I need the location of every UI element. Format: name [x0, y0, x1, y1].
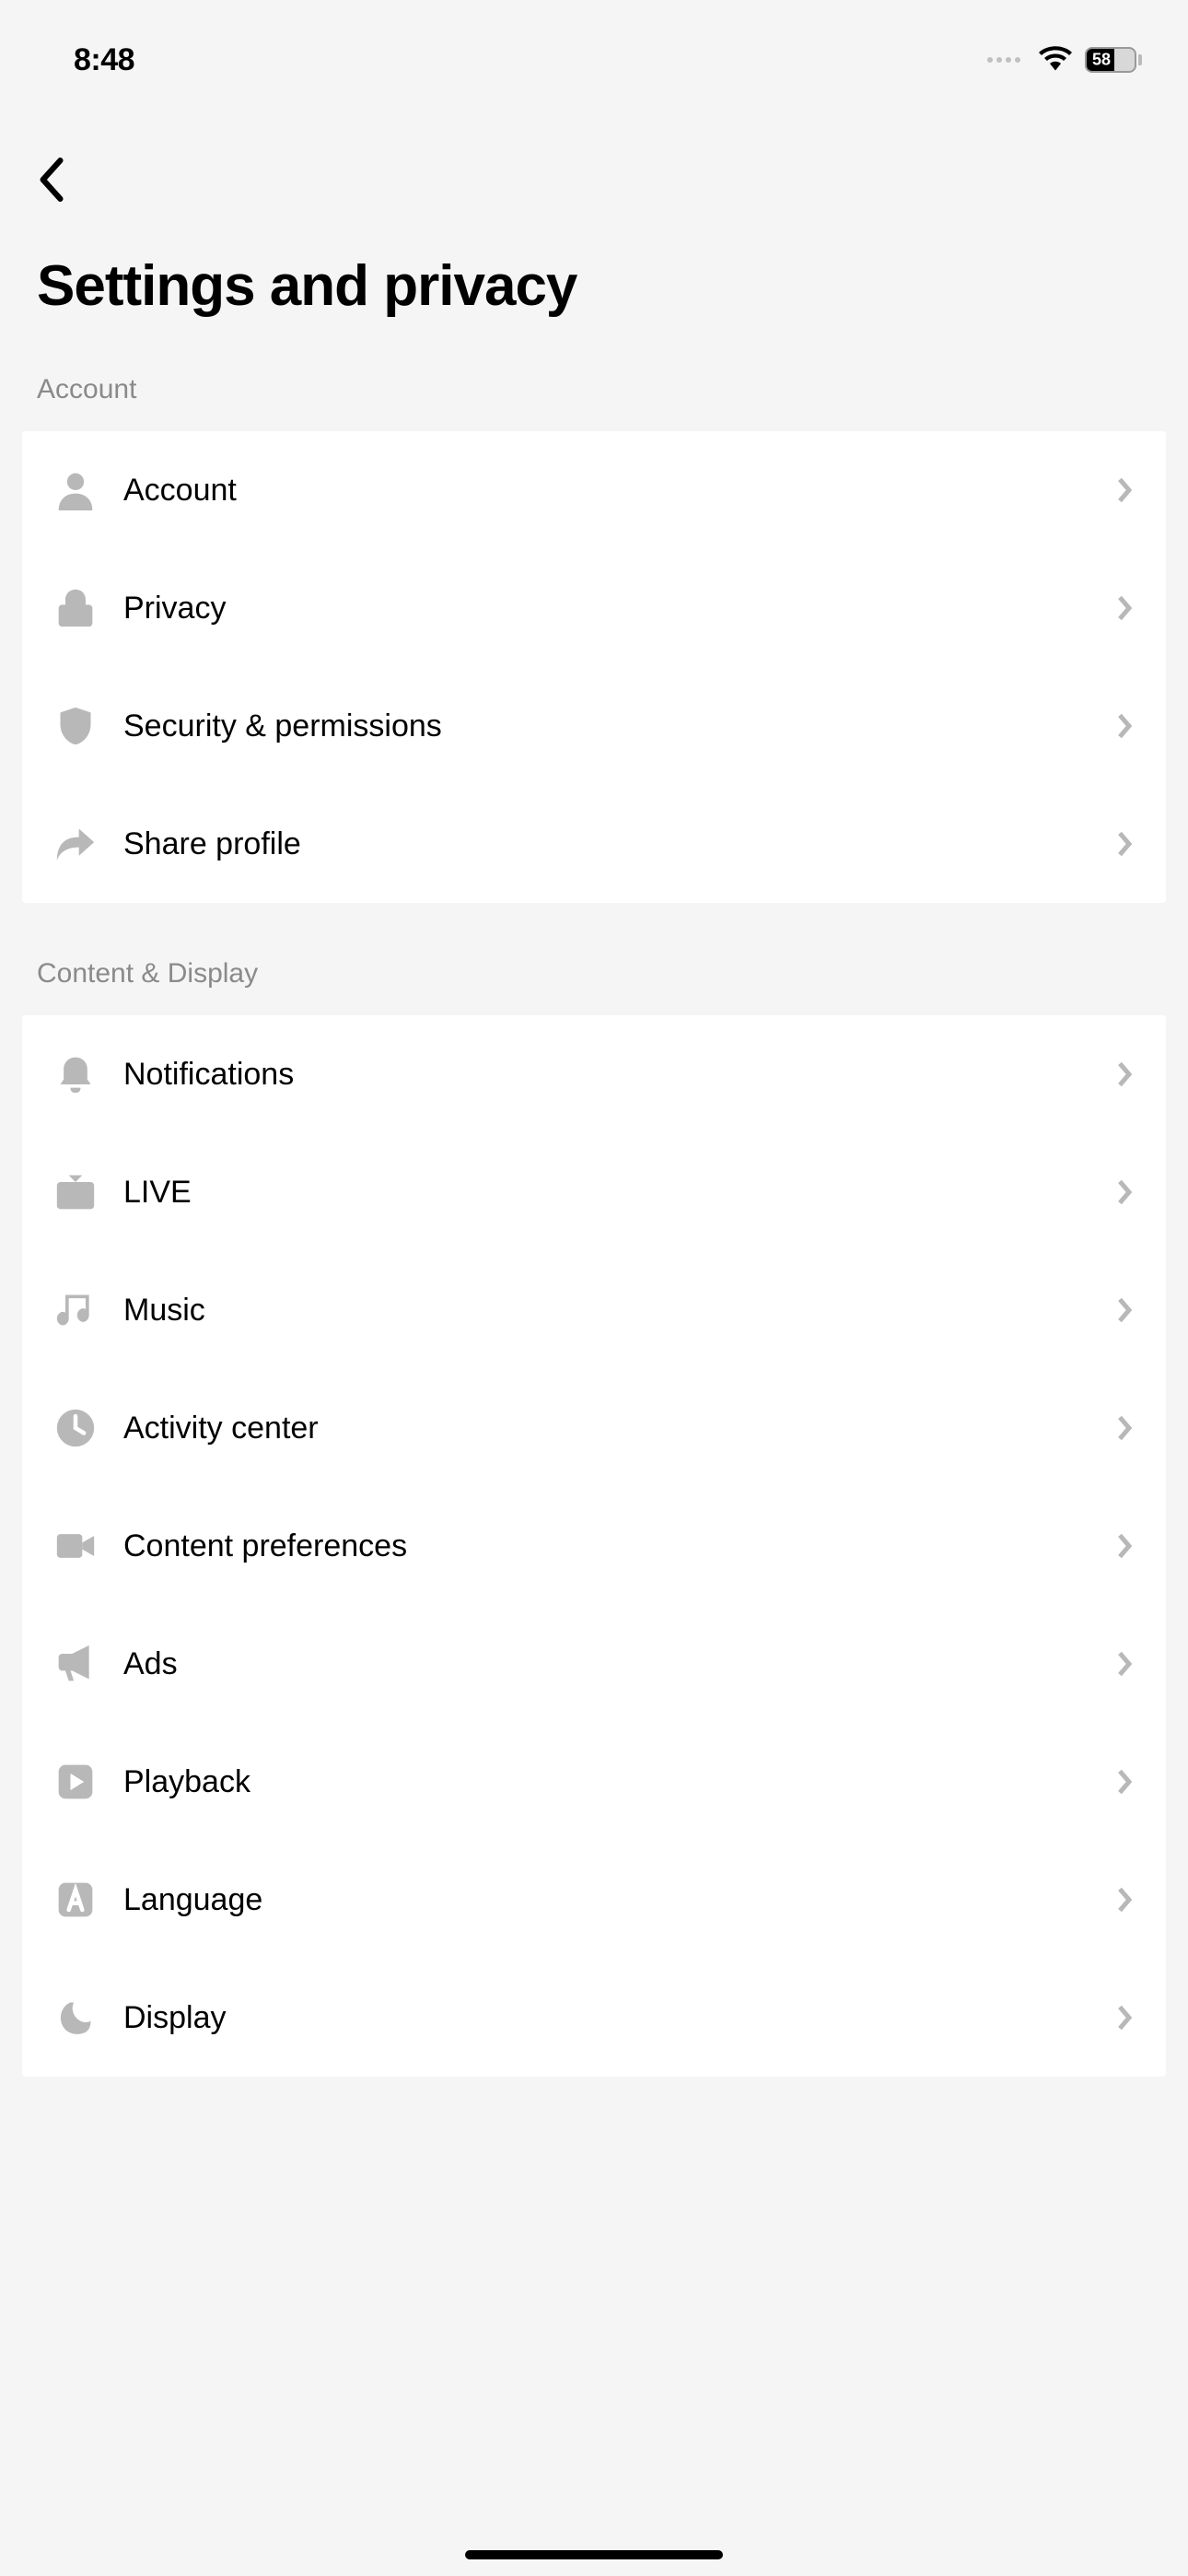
item-label: Security & permissions	[123, 708, 1089, 744]
lock-icon	[55, 588, 96, 628]
item-playback[interactable]: Playback	[22, 1723, 1166, 1841]
tv-icon	[55, 1172, 96, 1212]
item-label: Language	[123, 1882, 1089, 1918]
item-display[interactable]: Display	[22, 1959, 1166, 2077]
section-header-account: Account	[0, 374, 1188, 431]
video-icon	[55, 1526, 96, 1566]
item-label: Notifications	[123, 1057, 1089, 1093]
section-account: Account Privacy Security & permissions S…	[22, 431, 1166, 903]
item-activity-center[interactable]: Activity center	[22, 1369, 1166, 1487]
chevron-right-icon	[1116, 1414, 1133, 1442]
item-language[interactable]: Language	[22, 1841, 1166, 1959]
home-indicator[interactable]	[465, 2550, 723, 2559]
chevron-right-icon	[1116, 2004, 1133, 2032]
item-share-profile[interactable]: Share profile	[22, 785, 1166, 903]
status-indicators: 58	[987, 45, 1142, 76]
shield-icon	[55, 706, 96, 746]
chevron-right-icon	[1116, 476, 1133, 504]
chevron-right-icon	[1116, 1532, 1133, 1560]
wifi-icon	[1039, 45, 1072, 76]
item-label: Music	[123, 1293, 1089, 1329]
back-button[interactable]	[0, 111, 1188, 235]
bell-icon	[55, 1054, 96, 1095]
section-content: Notifications LIVE Music Activity center…	[22, 1015, 1166, 2077]
item-ads[interactable]: Ads	[22, 1605, 1166, 1723]
chevron-right-icon	[1116, 712, 1133, 740]
item-label: Activity center	[123, 1411, 1089, 1446]
status-time: 8:48	[74, 42, 134, 78]
play-icon	[55, 1762, 96, 1802]
chevron-right-icon	[1116, 1768, 1133, 1796]
status-bar: 8:48 58	[0, 0, 1188, 111]
item-notifications[interactable]: Notifications	[22, 1015, 1166, 1133]
chevron-right-icon	[1116, 1060, 1133, 1088]
chevron-right-icon	[1116, 594, 1133, 622]
chevron-right-icon	[1116, 1178, 1133, 1206]
item-label: Share profile	[123, 826, 1089, 862]
music-icon	[55, 1290, 96, 1330]
item-label: Privacy	[123, 591, 1089, 626]
item-account[interactable]: Account	[22, 431, 1166, 549]
clock-icon	[55, 1408, 96, 1448]
item-label: Ads	[123, 1646, 1089, 1682]
battery-text: 58	[1092, 51, 1111, 70]
item-label: Content preferences	[123, 1528, 1089, 1564]
item-content-preferences[interactable]: Content preferences	[22, 1487, 1166, 1605]
share-icon	[55, 824, 96, 864]
item-live[interactable]: LIVE	[22, 1133, 1166, 1251]
person-icon	[55, 470, 96, 510]
moon-icon	[55, 1997, 96, 2038]
chevron-right-icon	[1116, 1296, 1133, 1324]
page-title: Settings and privacy	[0, 235, 1188, 374]
item-music[interactable]: Music	[22, 1251, 1166, 1369]
item-label: Account	[123, 473, 1089, 509]
chevron-right-icon	[1116, 830, 1133, 858]
status-dots	[987, 57, 1020, 63]
item-label: Display	[123, 2000, 1089, 2036]
section-header-content: Content & Display	[0, 958, 1188, 1015]
battery-indicator: 58	[1085, 47, 1142, 73]
item-label: LIVE	[123, 1175, 1089, 1211]
item-privacy[interactable]: Privacy	[22, 549, 1166, 667]
item-security[interactable]: Security & permissions	[22, 667, 1166, 785]
chevron-right-icon	[1116, 1886, 1133, 1914]
language-icon	[55, 1879, 96, 1920]
item-label: Playback	[123, 1764, 1089, 1800]
megaphone-icon	[55, 1644, 96, 1684]
chevron-right-icon	[1116, 1650, 1133, 1678]
